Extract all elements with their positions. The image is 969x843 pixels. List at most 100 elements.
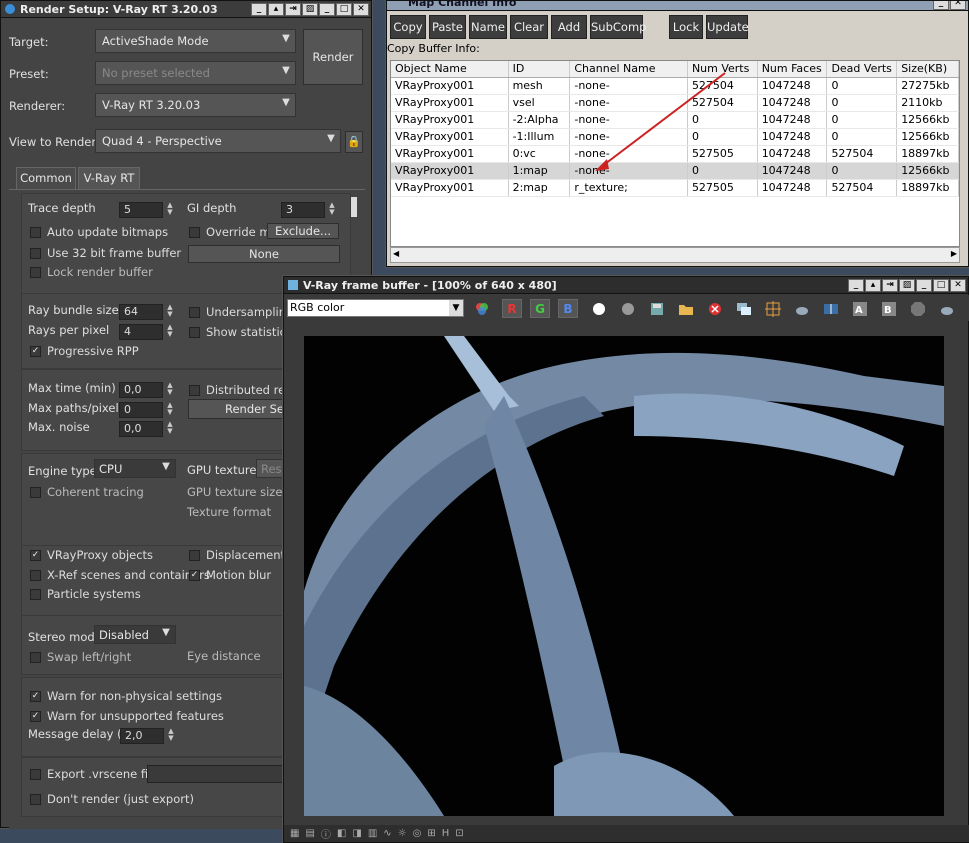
table-row[interactable]: VRayProxy001 2:map r_texture; 527505 1047248… xyxy=(391,180,959,197)
region-render-icon[interactable] xyxy=(763,299,783,318)
update-button[interactable]: Update xyxy=(706,15,749,39)
warn-unsupported-checkbox[interactable]: ✓ Warn for unsupported features xyxy=(30,709,224,723)
arrow-left-icon[interactable]: ◀ xyxy=(393,249,399,258)
minimize2-button[interactable]: _ xyxy=(916,278,932,292)
col-size[interactable]: Size(KB) xyxy=(897,61,959,77)
red-channel-button[interactable]: R xyxy=(502,299,522,318)
preset-dropdown[interactable]: No preset selected ▼ xyxy=(95,61,296,85)
target-dropdown[interactable]: ActiveShade Mode ▼ xyxy=(95,29,296,53)
displacement-checkbox[interactable]: Displacement xyxy=(189,548,285,562)
restore-button[interactable]: ▴ xyxy=(865,278,881,292)
minimize2-button[interactable]: _ xyxy=(319,2,335,16)
ray-bundle-spinner[interactable]: 64 ▲ ▼ xyxy=(119,304,173,320)
swap-lr-checkbox[interactable]: Swap left/right xyxy=(30,650,131,664)
white-circle-icon[interactable] xyxy=(589,299,609,318)
vfb-titlebar[interactable]: V-Ray frame buffer - [100% of 640 x 480]… xyxy=(284,277,968,294)
render-button[interactable]: Render xyxy=(303,29,363,85)
rays-per-pixel-spinner[interactable]: 4 ▲ ▼ xyxy=(119,324,173,340)
lens-icon[interactable]: ◎ xyxy=(413,828,422,839)
col-id[interactable]: ID xyxy=(509,61,571,77)
stamp-icon[interactable]: ⊞ xyxy=(427,828,435,839)
color-channels-icon[interactable] xyxy=(472,299,492,318)
max-noise-spinner[interactable]: 0,0 ▲ ▼ xyxy=(119,421,173,437)
col-num-faces[interactable]: Num Faces xyxy=(758,61,828,77)
pixel-icon[interactable]: ⊡ xyxy=(455,828,463,839)
teapot2-icon[interactable] xyxy=(937,299,957,318)
lut-icon[interactable]: ◧ xyxy=(337,828,346,839)
particle-systems-checkbox[interactable]: Particle systems xyxy=(30,587,141,601)
motion-blur-checkbox[interactable]: ✓ Motion blur xyxy=(189,568,271,582)
dont-render-checkbox[interactable]: Don't render (just export) xyxy=(30,792,194,806)
green-channel-button[interactable]: G xyxy=(530,299,550,318)
grid-icon[interactable]: ▦ xyxy=(290,828,299,839)
export-vrscene-checkbox[interactable]: Export .vrscene file xyxy=(30,767,158,781)
curves-icon[interactable]: ∿ xyxy=(383,828,391,839)
options-button[interactable]: ▨ xyxy=(302,2,318,16)
trace-depth-spinner[interactable]: 5 ▲ ▼ xyxy=(119,202,173,218)
levels-icon[interactable]: ▥ xyxy=(368,828,377,839)
duplicate-icon[interactable] xyxy=(734,299,754,318)
lock-icon[interactable]: 🔒 xyxy=(345,131,363,153)
clear-button[interactable]: Clear xyxy=(510,15,548,39)
map-channel-titlebar[interactable]: Map Channel Info _ ✕ xyxy=(387,1,968,11)
renderer-dropdown[interactable]: V-Ray RT 3.20.03 ▼ xyxy=(95,93,296,117)
clear-image-icon[interactable] xyxy=(705,299,725,318)
tab-vray-rt[interactable]: V-Ray RT xyxy=(78,167,140,189)
compare-icon[interactable] xyxy=(821,299,841,318)
close-button[interactable]: ✕ xyxy=(353,2,369,16)
override-mtl-checkbox[interactable]: Override mtl xyxy=(189,225,278,239)
save-icon[interactable] xyxy=(647,299,667,318)
xref-checkbox[interactable]: X-Ref scenes and containers xyxy=(30,568,210,582)
minimize-button[interactable]: _ xyxy=(848,278,864,292)
progressive-rpp-checkbox[interactable]: ✓ Progressive RPP xyxy=(30,344,139,358)
minimize-button[interactable]: _ xyxy=(933,1,949,10)
col-dead-verts[interactable]: Dead Verts xyxy=(827,61,898,77)
gi-depth-spinner[interactable]: 3 ▲ ▼ xyxy=(281,202,335,218)
ab-b-icon[interactable]: B xyxy=(879,299,899,318)
override-none-button[interactable]: None xyxy=(188,245,340,263)
coherent-tracing-checkbox[interactable]: Coherent tracing xyxy=(30,485,144,499)
max-paths-spinner[interactable]: 0 ▲ ▼ xyxy=(119,402,173,418)
col-object-name[interactable]: Object Name xyxy=(391,61,509,77)
info-icon[interactable]: ⓘ xyxy=(321,826,331,841)
scrollbar-thumb[interactable] xyxy=(350,197,357,217)
exclude-button[interactable]: Exclude... xyxy=(267,223,339,239)
render-image[interactable] xyxy=(304,336,944,816)
lock-button[interactable]: Lock xyxy=(669,15,703,39)
history-icon[interactable]: ▤ xyxy=(305,828,314,839)
close-button[interactable]: ✕ xyxy=(950,1,966,10)
add-button[interactable]: Add xyxy=(551,15,587,39)
ab-icon[interactable]: A xyxy=(850,299,870,318)
minimize-button[interactable]: _ xyxy=(251,2,267,16)
options-button[interactable]: ▨ xyxy=(899,278,915,292)
pin-button[interactable]: ⇥ xyxy=(882,278,898,292)
engine-type-dropdown[interactable]: CPU ▼ xyxy=(94,459,176,478)
paste-button[interactable]: Paste xyxy=(429,15,466,39)
lock-render-buffer-checkbox[interactable]: Lock render buffer xyxy=(30,265,153,279)
max-time-spinner[interactable]: 0,0 ▲ ▼ xyxy=(119,382,173,398)
restore-button[interactable]: ▴ xyxy=(268,2,284,16)
show-statistics-checkbox[interactable]: Show statistics xyxy=(189,325,292,339)
subcomp-button[interactable]: SubComp xyxy=(590,15,646,39)
exposure-icon[interactable]: ☼ xyxy=(398,828,407,839)
close-button[interactable]: ✕ xyxy=(950,278,966,292)
maximize-button[interactable]: □ xyxy=(933,278,949,292)
use32-checkbox[interactable]: Use 32 bit frame buffer xyxy=(30,246,181,260)
hsl-icon[interactable]: ◨ xyxy=(352,828,361,839)
gray-circle-icon[interactable] xyxy=(618,299,638,318)
vrayproxy-checkbox[interactable]: ✓ VRayProxy objects xyxy=(30,548,153,562)
horizontal-scrollbar[interactable]: ◀ ▶ xyxy=(390,247,960,263)
stereo-mode-dropdown[interactable]: Disabled ▼ xyxy=(94,625,176,644)
arrow-right-icon[interactable]: ▶ xyxy=(951,249,957,258)
undersampling-checkbox[interactable]: Undersampling xyxy=(189,305,293,319)
render-setup-titlebar[interactable]: Render Setup: V-Ray RT 3.20.03 _ ▴ ⇥ ▨ _… xyxy=(1,1,371,18)
warn-nonphys-checkbox[interactable]: ✓ Warn for non-physical settings xyxy=(30,689,222,703)
blue-channel-button[interactable]: B xyxy=(558,299,578,318)
view-dropdown[interactable]: Quad 4 - Perspective ▼ xyxy=(95,129,341,153)
channel-dropdown[interactable]: RGB color ▼ xyxy=(287,299,464,317)
tab-common[interactable]: Common xyxy=(16,167,76,189)
stop-icon[interactable] xyxy=(908,299,928,318)
name-button[interactable]: Name xyxy=(469,15,507,39)
copy-button[interactable]: Copy xyxy=(390,15,426,39)
h-icon[interactable]: H xyxy=(442,828,450,839)
